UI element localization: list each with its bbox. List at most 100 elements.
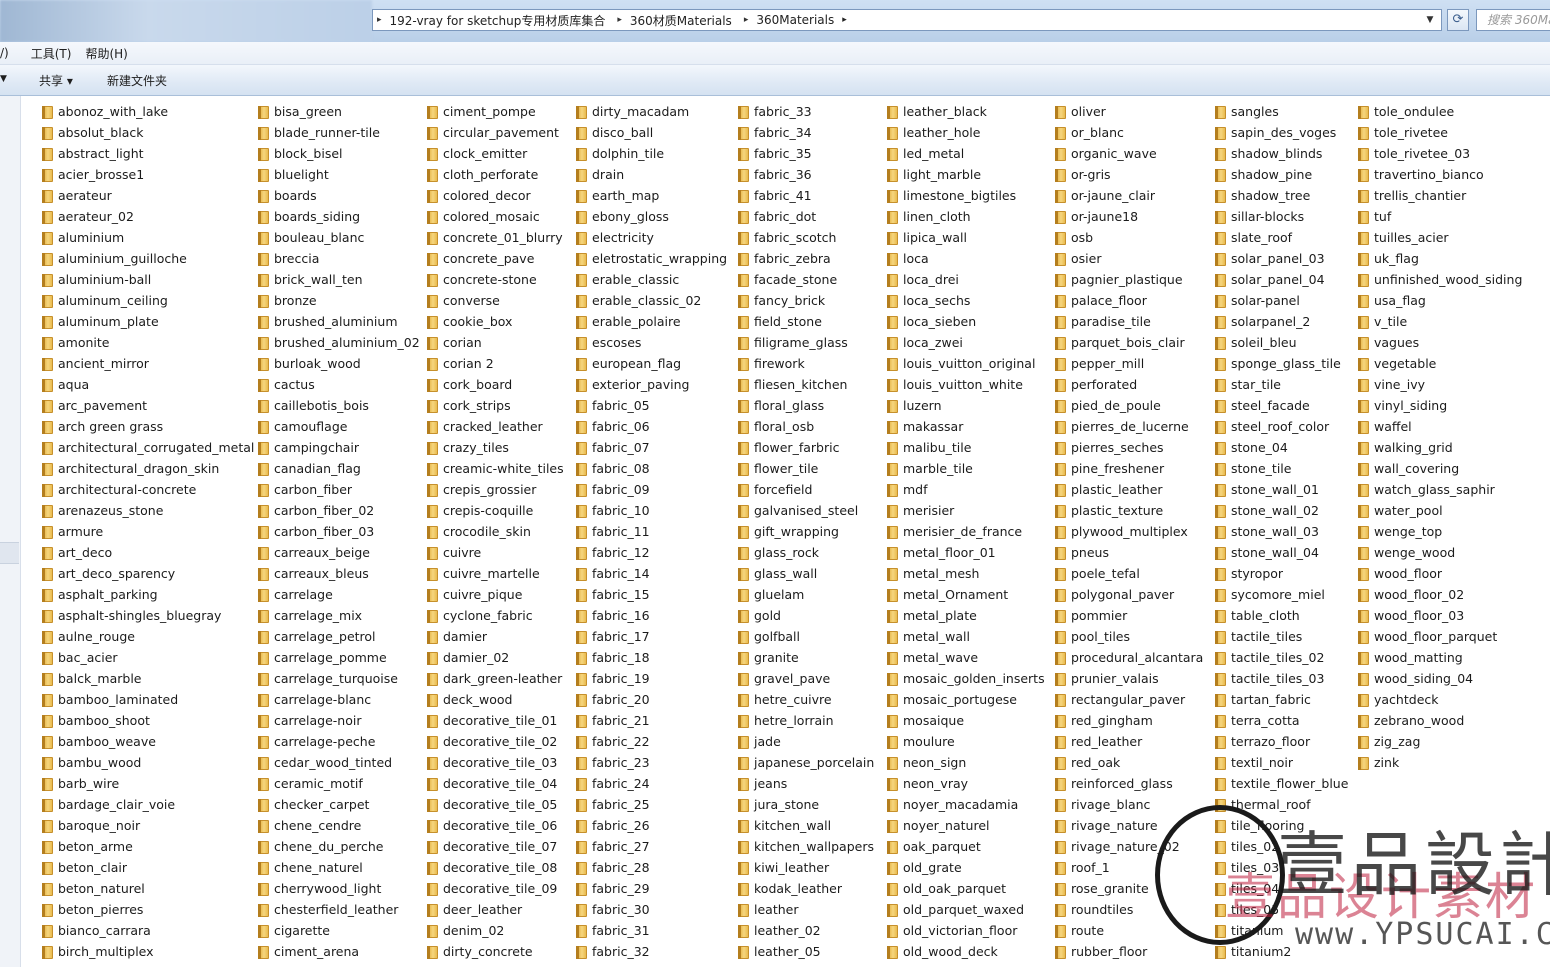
folder-item[interactable]: aluminium	[40, 227, 254, 248]
folder-item[interactable]: malibu_tile	[885, 437, 1045, 458]
folder-item[interactable]: metal_plate	[885, 605, 1045, 626]
folder-item[interactable]: oliver	[1053, 101, 1203, 122]
folder-item[interactable]: mosaique	[885, 710, 1045, 731]
folder-item[interactable]: filigrame_glass	[736, 332, 874, 353]
folder-item[interactable]: fabric_32	[574, 941, 727, 962]
folder-item[interactable]: poele_tefal	[1053, 563, 1203, 584]
menu-item-tools[interactable]: 工具(T)	[25, 45, 78, 62]
chevron-right-icon[interactable]: ▸	[617, 15, 622, 25]
folder-item[interactable]: pied_de_poule	[1053, 395, 1203, 416]
folder-item[interactable]: decorative_tile_07	[425, 836, 564, 857]
folder-item[interactable]: old_oak_parquet	[885, 878, 1045, 899]
folder-item[interactable]: zink	[1356, 752, 1522, 773]
folder-item[interactable]: aluminum_plate	[40, 311, 254, 332]
folder-item[interactable]: aluminium_guilloche	[40, 248, 254, 269]
folder-item[interactable]: cloth_perforate	[425, 164, 564, 185]
folder-item[interactable]: fabric_20	[574, 689, 727, 710]
folder-item[interactable]: metal_wall	[885, 626, 1045, 647]
folder-item[interactable]: palace_floor	[1053, 290, 1203, 311]
folder-item[interactable]: neon_vray	[885, 773, 1045, 794]
folder-item[interactable]: beton_pierres	[40, 899, 254, 920]
folder-item[interactable]: leather_02	[736, 920, 874, 941]
folder-item[interactable]: fabric_17	[574, 626, 727, 647]
folder-item[interactable]: watch_glass_saphir	[1356, 479, 1522, 500]
folder-item[interactable]: reinforced_glass	[1053, 773, 1203, 794]
folder-item[interactable]: carrelage_turquoise	[256, 668, 420, 689]
folder-item[interactable]: caillebotis_bois	[256, 395, 420, 416]
breadcrumb-item[interactable]: ▸ 360材质Materials	[613, 12, 739, 29]
folder-item[interactable]: louis_vuitton_white	[885, 374, 1045, 395]
folder-item[interactable]: cactus	[256, 374, 420, 395]
folder-item[interactable]: tuf	[1356, 206, 1522, 227]
folder-item[interactable]: firework	[736, 353, 874, 374]
folder-item[interactable]: architectural-concrete	[40, 479, 254, 500]
folder-item[interactable]: camouflage	[256, 416, 420, 437]
folder-item[interactable]: colored_decor	[425, 185, 564, 206]
folder-item[interactable]: sponge_glass_tile	[1213, 353, 1348, 374]
folder-item[interactable]: bouleau_blanc	[256, 227, 420, 248]
folder-item[interactable]: kiwi_leather	[736, 857, 874, 878]
folder-item[interactable]: pepper_mill	[1053, 353, 1203, 374]
folder-item[interactable]: led_metal	[885, 143, 1045, 164]
chevron-right-icon[interactable]: ▸	[842, 15, 847, 25]
folder-item[interactable]: carrelage-blanc	[256, 689, 420, 710]
folder-item[interactable]: cork_board	[425, 374, 564, 395]
folder-item[interactable]: terrazo_floor	[1213, 731, 1348, 752]
folder-item[interactable]: solar_panel_03	[1213, 248, 1348, 269]
folder-item[interactable]: rubber_floor	[1053, 941, 1203, 962]
folder-item[interactable]: brick_wall_ten	[256, 269, 420, 290]
folder-item[interactable]: carbon_fiber_03	[256, 521, 420, 542]
folder-item[interactable]: leather_hole	[885, 122, 1045, 143]
chevron-down-icon[interactable]: ▼	[0, 74, 7, 84]
folder-item[interactable]: cyclone_fabric	[425, 605, 564, 626]
folder-item[interactable]: aerateur_02	[40, 206, 254, 227]
folder-item[interactable]: electricity	[574, 227, 727, 248]
folder-item[interactable]: metal_wave	[885, 647, 1045, 668]
folder-item[interactable]: cookie_box	[425, 311, 564, 332]
folder-item[interactable]: steel_roof_color	[1213, 416, 1348, 437]
folder-item[interactable]: beton_clair	[40, 857, 254, 878]
folder-item[interactable]: drain	[574, 164, 727, 185]
folder-item[interactable]: art_deco	[40, 542, 254, 563]
share-button[interactable]: 共享 ▾	[39, 72, 73, 89]
folder-item[interactable]: fabric_33	[736, 101, 874, 122]
folder-item[interactable]: decorative_tile_01	[425, 710, 564, 731]
folder-item[interactable]: roundtiles	[1053, 899, 1203, 920]
folder-item[interactable]: erable_classic	[574, 269, 727, 290]
folder-item[interactable]: granite	[736, 647, 874, 668]
folder-item[interactable]: rose_granite	[1053, 878, 1203, 899]
folder-item[interactable]: wenge_wood	[1356, 542, 1522, 563]
folder-item[interactable]: dirty_macadam	[574, 101, 727, 122]
folder-item[interactable]: zebrano_wood	[1356, 710, 1522, 731]
folder-item[interactable]: absolut_black	[40, 122, 254, 143]
folder-item[interactable]: fabric_25	[574, 794, 727, 815]
folder-item[interactable]: aqua	[40, 374, 254, 395]
folder-item[interactable]: amonite	[40, 332, 254, 353]
folder-item[interactable]: circular_pavement	[425, 122, 564, 143]
folder-item[interactable]: stone_wall_01	[1213, 479, 1348, 500]
chevron-down-icon[interactable]: ▼	[1423, 12, 1437, 28]
folder-item[interactable]: walking_grid	[1356, 437, 1522, 458]
folder-item[interactable]: carrelage	[256, 584, 420, 605]
folder-item[interactable]: fabric_19	[574, 668, 727, 689]
folder-item[interactable]: gift_wrapping	[736, 521, 874, 542]
folder-item[interactable]: polygonal_paver	[1053, 584, 1203, 605]
folder-item[interactable]: abonoz_with_lake	[40, 101, 254, 122]
menu-item-partial[interactable]: /)	[0, 46, 15, 60]
folder-item[interactable]: parquet_bois_clair	[1053, 332, 1203, 353]
folder-item[interactable]: jade	[736, 731, 874, 752]
folder-item[interactable]: fabric_14	[574, 563, 727, 584]
folder-item[interactable]: chesterfield_leather	[256, 899, 420, 920]
folder-item[interactable]: aluminum_ceiling	[40, 290, 254, 311]
folder-item[interactable]: loca_zwei	[885, 332, 1045, 353]
folder-item[interactable]: fabric_21	[574, 710, 727, 731]
folder-item[interactable]: converse	[425, 290, 564, 311]
folder-item[interactable]: stone_wall_04	[1213, 542, 1348, 563]
folder-item[interactable]: mosaic_golden_inserts	[885, 668, 1045, 689]
folder-item[interactable]: decorative_tile_04	[425, 773, 564, 794]
folder-item[interactable]: galvanised_steel	[736, 500, 874, 521]
folder-item[interactable]: acier_brosse1	[40, 164, 254, 185]
folder-item[interactable]: decorative_tile_09	[425, 878, 564, 899]
folder-item[interactable]: breccia	[256, 248, 420, 269]
breadcrumb-item[interactable]: ▸ 192-vray for sketchup专用材质库集合	[373, 12, 613, 29]
